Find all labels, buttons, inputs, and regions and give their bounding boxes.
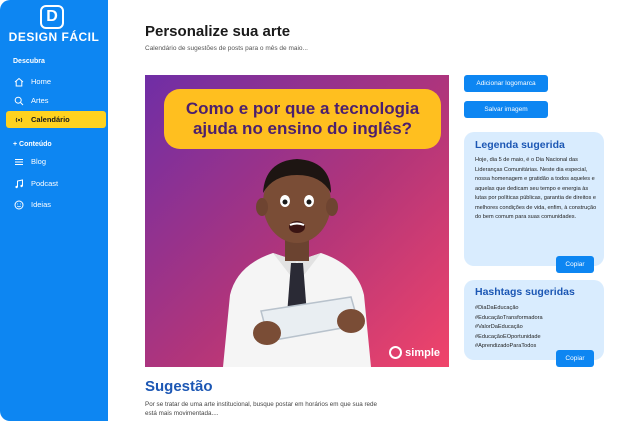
hashtags-list: #DiaDaEducação #EducaçãoTransformadora #…: [475, 304, 601, 352]
sidebar-item-home[interactable]: Home: [6, 73, 106, 90]
sidebar-item-label: Blog: [31, 157, 47, 166]
music-icon: [13, 178, 25, 189]
hashtag-item: #EducaçãoTransformadora: [475, 314, 543, 321]
list-icon: [13, 157, 25, 167]
page-subtitle: Calendário de sugestões de posts para o …: [145, 45, 308, 52]
sidebar-item-label: Podcast: [31, 179, 59, 188]
copy-caption-button[interactable]: Copiar: [556, 256, 594, 273]
caption-title: Legenda sugerida: [475, 139, 565, 151]
add-logo-button[interactable]: Adicionar logomarca: [464, 75, 548, 92]
hashtag-item: #EducaçãoEOportunidade: [475, 333, 541, 340]
art-preview[interactable]: Como e por que a tecnologia ajuda no ens…: [145, 75, 449, 367]
page-title: Personalize sua arte: [145, 23, 291, 40]
sidebar-item-label: Home: [31, 77, 52, 86]
home-icon: [13, 77, 25, 87]
sidebar-item-label: Ideias: [31, 200, 52, 209]
search-icon: [13, 96, 25, 106]
sidebar-item-calendario[interactable]: Calendário: [6, 111, 106, 128]
hashtags-card: Hashtags sugeridas #DiaDaEducação #Educa…: [464, 280, 604, 367]
sidebar-item-label: Calendário: [31, 115, 70, 124]
sidebar-item-artes[interactable]: Artes: [6, 92, 106, 109]
sidebar-item-podcast[interactable]: Podcast: [6, 175, 106, 192]
hashtag-item: #ValorDaEducação: [475, 324, 523, 330]
copy-hashtags-button[interactable]: Copiar: [556, 350, 594, 367]
child-illustration: [223, 159, 371, 367]
art-brand-name: simple: [405, 346, 440, 359]
sidebar-item-ideias[interactable]: Ideias: [6, 196, 106, 213]
sidebar-item-blog[interactable]: Blog: [6, 153, 106, 170]
caption-text: Hoje, dia 5 de maio, é o Dia Nacional da…: [475, 157, 597, 220]
suggestion-text: Por se tratar de uma arte institucional,…: [145, 401, 378, 417]
app-window: D DESIGN FÁCIL Descubra Home Artes Calen…: [0, 0, 624, 421]
hashtags-title: Hashtags sugeridas: [475, 286, 575, 298]
sidebar: D DESIGN FÁCIL Descubra Home Artes Calen…: [0, 0, 108, 421]
caption-card: Legenda sugerida Hoje, dia 5 de maio, é …: [464, 132, 604, 273]
suggestion-title: Sugestão: [145, 378, 213, 395]
hashtag-item: #DiaDaEducação: [475, 305, 519, 311]
nav-section-content: + Conteúdo: [13, 141, 52, 148]
broadcast-icon: [13, 115, 25, 125]
nav-section-discover: Descubra: [13, 58, 45, 65]
smile-icon: [13, 200, 25, 210]
brand-logo-icon: [389, 346, 403, 359]
art-brand-logo: simple: [389, 346, 440, 359]
save-image-button[interactable]: Salvar imagem: [464, 101, 548, 118]
sidebar-item-label: Artes: [31, 96, 49, 105]
logo-icon[interactable]: D: [40, 5, 64, 29]
brand-name[interactable]: DESIGN FÁCIL: [0, 30, 108, 44]
